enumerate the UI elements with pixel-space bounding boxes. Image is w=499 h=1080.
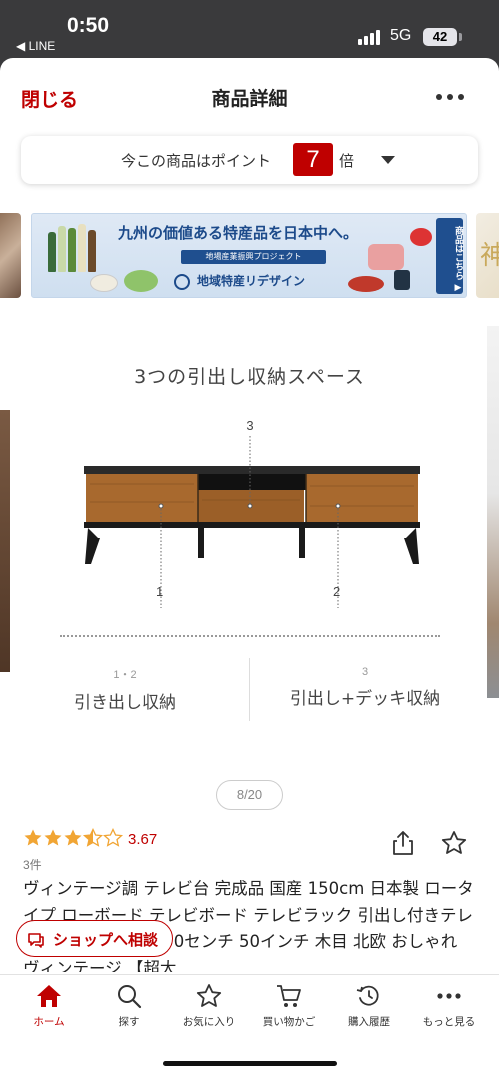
- strawberry-image: [410, 228, 432, 246]
- more-options-icon[interactable]: [430, 94, 470, 104]
- tab-favorites[interactable]: お気に入り: [168, 983, 250, 1041]
- star-icon: [64, 829, 82, 846]
- meat-image: [348, 276, 384, 292]
- points-suffix: 倍: [339, 152, 355, 170]
- brand-logo-icon: [174, 274, 190, 290]
- banner-headline: 九州の価値ある特産品を日本中へ。: [118, 224, 359, 242]
- next-banner-glyph: 神: [480, 241, 499, 271]
- image-caption: 3つの引出し収納スペース: [134, 366, 365, 388]
- half-star-icon: [83, 828, 103, 847]
- feature-drawer-storage: 1・2 引き出し収納: [0, 666, 250, 713]
- cabbage-image: [124, 270, 158, 292]
- search-icon: [118, 985, 142, 1009]
- battery-icon: 42: [423, 28, 457, 46]
- points-prefix: 今この商品はポイント: [121, 152, 272, 170]
- review-count[interactable]: 3件: [23, 856, 42, 873]
- tab-purchase-history[interactable]: 購入履歴: [328, 983, 410, 1041]
- star-icon: [196, 984, 222, 1007]
- tab-more[interactable]: もっと見る: [408, 983, 490, 1041]
- feature-numbers: 1・2: [113, 669, 137, 681]
- home-icon: [37, 985, 61, 1007]
- feature-label: 引き出し収納: [74, 693, 176, 713]
- battery-tip: [459, 33, 462, 41]
- tab-cart[interactable]: 買い物かご: [248, 983, 330, 1041]
- chevron-down-icon[interactable]: [381, 156, 395, 164]
- tab-label: お気に入り: [182, 1016, 236, 1028]
- points-multiplier-badge: 7: [293, 143, 333, 176]
- tv-stand-image[interactable]: 3: [80, 410, 424, 608]
- tab-label: 探す: [118, 1016, 140, 1028]
- star-icon: [44, 829, 62, 846]
- chat-bubble-icon: [28, 933, 44, 948]
- promo-banner[interactable]: 九州の価値ある特産品を日本中へ。 地場産業振興プロジェクト 地域特産リデザイン …: [31, 213, 467, 298]
- ham-image: [368, 244, 404, 270]
- tab-label: もっと見る: [422, 1016, 476, 1028]
- callout-number-2: 2: [333, 584, 341, 599]
- banner-prev-peek[interactable]: [0, 213, 21, 298]
- empty-star-icon: [103, 828, 123, 847]
- sake-bottles-image: [46, 220, 106, 272]
- header: 閉じる 商品詳細: [0, 58, 499, 136]
- jar-image: [394, 270, 410, 290]
- banner-subtitle: 地場産業振興プロジェクト: [181, 250, 326, 264]
- product-detail-sheet: 閉じる 商品詳細 今この商品はポイント 7 倍 九州の価値ある特産品を日本中へ。…: [0, 58, 499, 1080]
- status-bar: 0:50 ◀ LINE 5G 42: [0, 0, 499, 56]
- banner-cta-button[interactable]: 商品はこちら ▶: [436, 218, 463, 294]
- banner-next-peek[interactable]: 神: [476, 213, 499, 298]
- tab-home[interactable]: ホーム: [8, 983, 90, 1041]
- callout-number-3: 3: [246, 418, 253, 433]
- banner-brand: 地域特産リデザイン: [197, 274, 306, 288]
- feature-numbers: 3: [361, 666, 369, 678]
- status-time: 0:50: [67, 14, 110, 37]
- history-icon: [356, 985, 379, 1006]
- tab-label: 購入履歴: [348, 1016, 390, 1028]
- tab-label: 買い物かご: [262, 1016, 316, 1028]
- prev-image-peek[interactable]: [0, 410, 10, 672]
- more-icon: [437, 993, 461, 999]
- points-multiplier-banner[interactable]: 今この商品はポイント 7 倍: [21, 136, 478, 184]
- rating-stars: [23, 828, 127, 850]
- feature-label: 引出し+デッキ収納: [289, 689, 441, 709]
- image-pager: 8/20: [216, 780, 283, 810]
- shop-consult-button[interactable]: ショップへ相談: [16, 920, 173, 957]
- tab-search[interactable]: 探す: [88, 983, 170, 1041]
- cart-icon: [277, 985, 301, 1007]
- cellular-signal-icon: [358, 29, 382, 45]
- shop-consult-label: ショップへ相談: [53, 931, 159, 949]
- favorite-star-icon[interactable]: [440, 830, 468, 856]
- share-icon[interactable]: [391, 830, 415, 856]
- star-icon: [24, 829, 42, 846]
- tab-label: ホーム: [33, 1016, 65, 1028]
- back-to-app-link[interactable]: ◀ LINE: [16, 39, 55, 53]
- network-type: 5G: [390, 27, 412, 44]
- page-title: 商品詳細: [211, 88, 288, 110]
- feature-deck-storage: 3 引出し+デッキ収納: [240, 666, 490, 709]
- home-indicator: [163, 1061, 337, 1066]
- food-plate-image: [90, 274, 118, 292]
- callout-number-1: 1: [156, 584, 164, 599]
- divider: [60, 635, 440, 637]
- rating-value: 3.67: [128, 831, 158, 848]
